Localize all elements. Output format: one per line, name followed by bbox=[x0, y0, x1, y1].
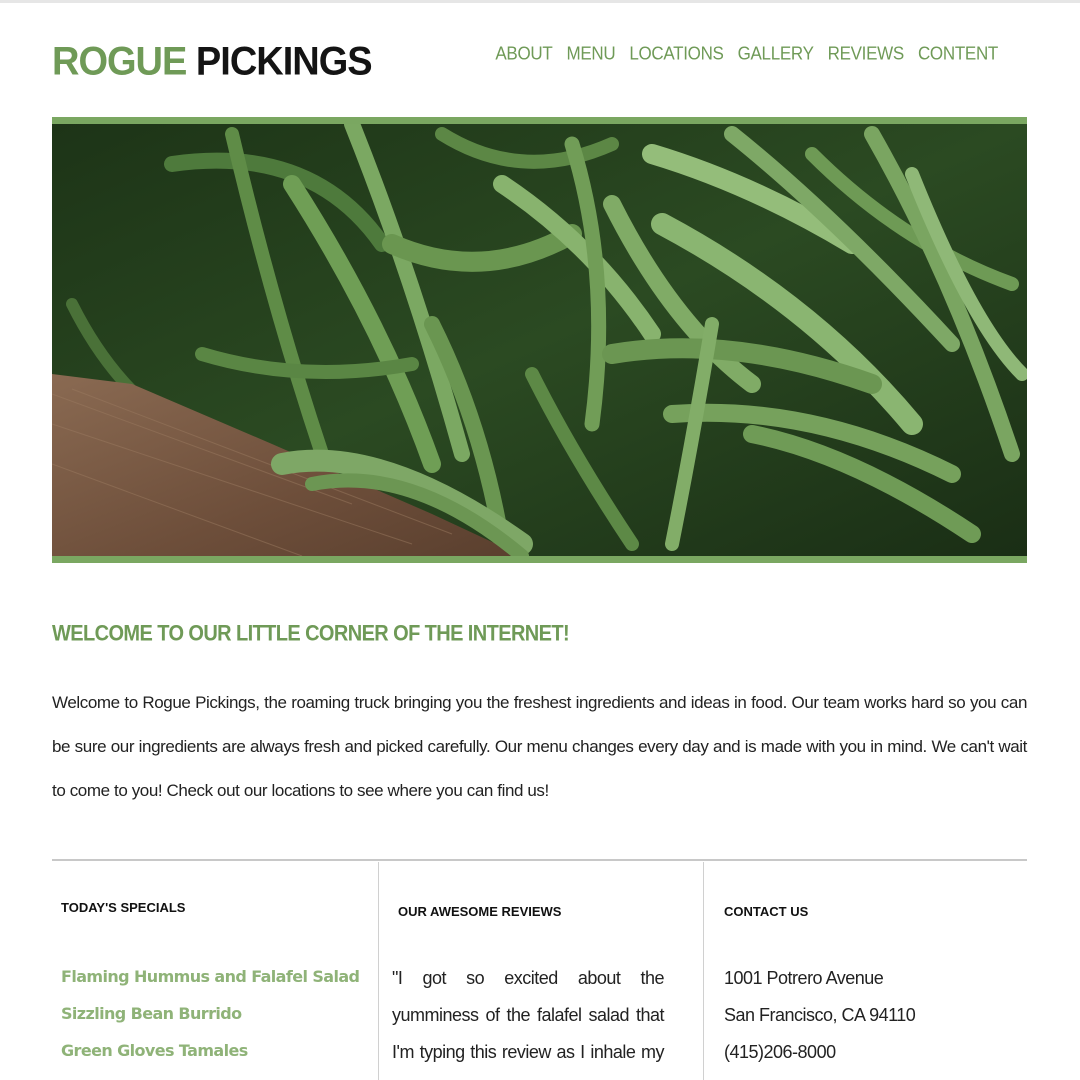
contact-address-line2: San Francisco, CA 94110 bbox=[724, 1005, 916, 1025]
reviews-column: OUR AWESOME REVIEWS "I got so excited ab… bbox=[378, 862, 703, 1080]
reviews-heading: OUR AWESOME REVIEWS bbox=[398, 904, 562, 919]
special-item[interactable]: Sizzling Bean Burrido bbox=[61, 995, 359, 1032]
contact-column: CONTACT US 1001 Potrero Avenue San Franc… bbox=[703, 862, 1027, 1080]
contact-address-line1: 1001 Potrero Avenue bbox=[724, 968, 884, 988]
green-beans-image bbox=[52, 124, 1027, 556]
contact-info: 1001 Potrero Avenue San Francisco, CA 94… bbox=[724, 960, 916, 1071]
nav-locations[interactable]: LOCATIONS bbox=[629, 43, 724, 65]
nav-reviews[interactable]: REVIEWS bbox=[828, 43, 905, 65]
specials-list: Flaming Hummus and Falafel Salad Sizzlin… bbox=[61, 958, 360, 1069]
welcome-heading: WELCOME TO OUR LITTLE CORNER OF THE INTE… bbox=[52, 622, 570, 647]
contact-phone[interactable]: (415)206-8000 bbox=[724, 1034, 915, 1071]
specials-column: TODAY'S SPECIALS Flaming Hummus and Fala… bbox=[52, 862, 378, 1080]
welcome-text: Welcome to Rogue Pickings, the roaming t… bbox=[52, 693, 1027, 800]
top-border bbox=[0, 0, 1080, 3]
nav-gallery[interactable]: GALLERY bbox=[738, 43, 814, 65]
hero-banner bbox=[52, 117, 1027, 563]
special-item[interactable]: Flaming Hummus and Falafel Salad bbox=[61, 958, 360, 995]
site-logo[interactable]: ROGUE PICKINGS bbox=[52, 40, 373, 85]
review-text: "I got so excited about the yumminess of… bbox=[392, 968, 665, 1080]
special-item[interactable]: Green Gloves Tamales bbox=[61, 1032, 359, 1069]
nav-menu[interactable]: MENU bbox=[566, 43, 615, 65]
main-nav: ABOUT MENU LOCATIONS GALLERY REVIEWS CON… bbox=[495, 43, 998, 65]
logo-rogue: ROGUE bbox=[52, 40, 187, 85]
logo-pickings: PICKINGS bbox=[195, 40, 373, 85]
specials-heading: TODAY'S SPECIALS bbox=[61, 900, 186, 915]
contact-heading: CONTACT US bbox=[724, 904, 809, 919]
nav-content[interactable]: CONTENT bbox=[918, 43, 998, 65]
section-divider bbox=[52, 859, 1027, 861]
nav-about[interactable]: ABOUT bbox=[495, 43, 552, 65]
